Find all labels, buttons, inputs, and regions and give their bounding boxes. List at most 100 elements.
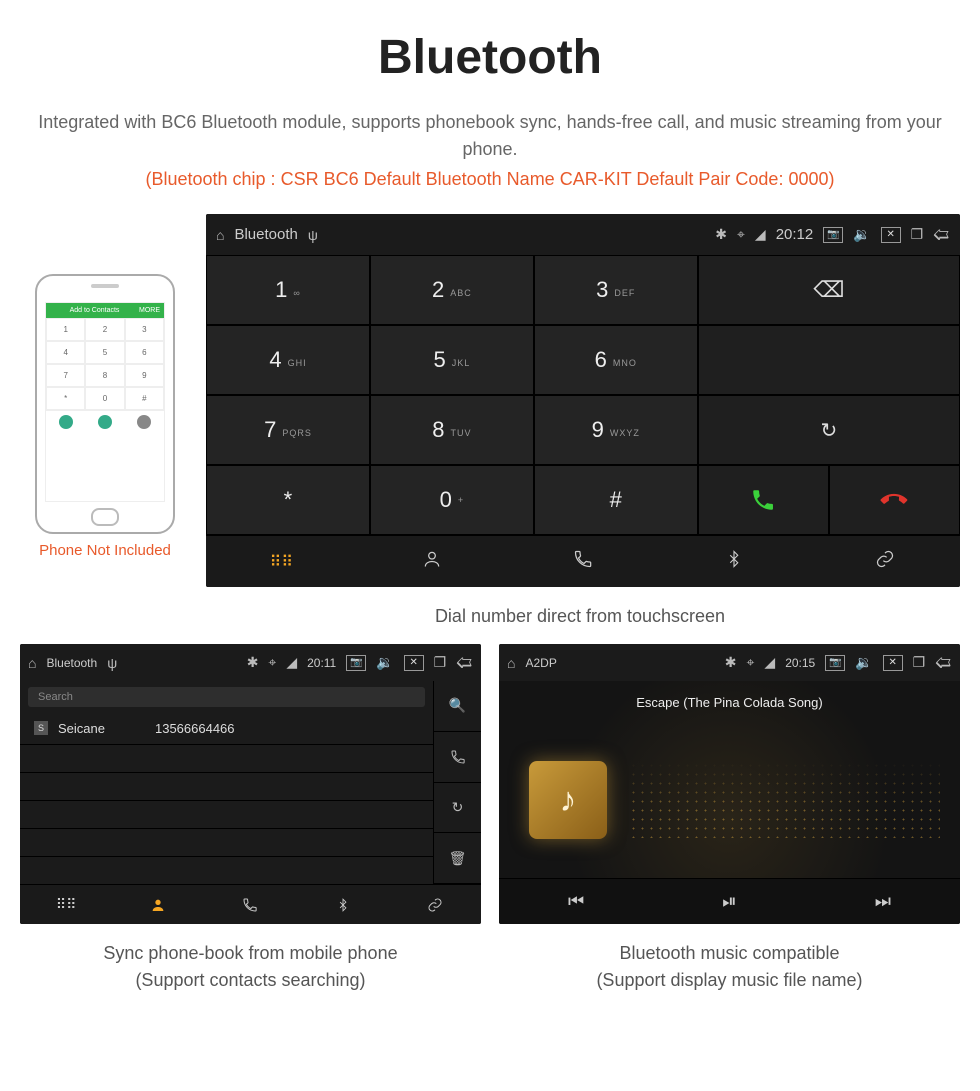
dialer-caption: Dial number direct from touchscreen	[20, 603, 960, 630]
next-button[interactable]: ⏭	[875, 891, 891, 912]
bluetooth-tab-icon	[725, 550, 743, 573]
home-icon[interactable]: ⌂	[216, 227, 224, 243]
dial-pad: 1∞ 2ABC 3DEF ⌫ 4GHI 5JKL 6MNO 7PQRS 8TUV…	[206, 255, 960, 535]
wifi-icon: ◢	[764, 654, 775, 671]
equalizer	[629, 761, 940, 838]
close-icon[interactable]: ✕	[404, 655, 424, 671]
volume-icon[interactable]: 🔉	[855, 654, 872, 671]
spacer-1	[698, 325, 960, 395]
volume-icon[interactable]: 🔉	[853, 226, 870, 243]
person-icon	[422, 549, 442, 574]
key-2[interactable]: 2ABC	[370, 255, 534, 325]
key-0[interactable]: 0+	[370, 465, 534, 535]
key-3[interactable]: 3DEF	[534, 255, 698, 325]
status-title: A2DP	[525, 656, 556, 670]
usb-icon: ψ	[308, 227, 318, 243]
tab-dialpad[interactable]: ⠿⠿	[206, 535, 357, 587]
home-icon[interactable]: ⌂	[28, 655, 36, 671]
page-title: Bluetooth	[20, 30, 960, 85]
contact-badge: S	[34, 721, 48, 735]
contacts-panel: ⌂ Bluetooth ψ ✱ ⌖ ◢ 20:11 📷 🔉 ✕ ❐ ➯ Sear…	[20, 644, 481, 924]
tab-recent[interactable]	[508, 535, 659, 587]
key-star[interactable]: *	[206, 465, 370, 535]
volume-icon[interactable]: 🔉	[376, 654, 393, 671]
hangup-button[interactable]	[829, 465, 960, 535]
empty-row	[20, 829, 433, 857]
gps-icon: ⌖	[737, 226, 745, 243]
back-icon[interactable]: ➯	[456, 650, 473, 675]
tab-settings[interactable]	[809, 535, 960, 587]
clock: 20:12	[776, 226, 814, 243]
wifi-icon: ◢	[755, 226, 766, 243]
camera-icon[interactable]: 📷	[825, 655, 845, 671]
key-1[interactable]: 1∞	[206, 255, 370, 325]
camera-icon[interactable]: 📷	[823, 227, 843, 243]
back-icon[interactable]: ➯	[933, 222, 950, 247]
backspace-button[interactable]: ⌫	[698, 255, 960, 325]
contact-row[interactable]: S Seicane 13566664466	[20, 713, 433, 745]
close-icon[interactable]: ✕	[883, 655, 903, 671]
wifi-icon: ◢	[286, 654, 297, 671]
tab-contacts[interactable]	[357, 535, 508, 587]
contact-name: Seicane	[58, 721, 105, 736]
bt-status-icon: ✱	[247, 654, 259, 671]
dialer-panel: ⌂ Bluetooth ψ ✱ ⌖ ◢ 20:12 📷 🔉 ✕ ❐ ➯ 1∞ 2…	[206, 214, 960, 587]
spec-line: (Bluetooth chip : CSR BC6 Default Blueto…	[20, 169, 960, 190]
phone-mockup: Add to ContactsMORE 123 456 789 *0#	[35, 274, 175, 534]
clock: 20:11	[307, 656, 336, 670]
close-icon[interactable]: ✕	[881, 227, 901, 243]
album-art: ♪	[529, 761, 607, 839]
contacts-caption: Sync phone-book from mobile phone(Suppor…	[20, 940, 481, 994]
key-hash[interactable]: #	[534, 465, 698, 535]
tab-bar: ⠿⠿	[206, 535, 960, 587]
bt-status-icon: ✱	[725, 654, 737, 671]
home-icon[interactable]: ⌂	[507, 655, 515, 671]
windows-icon[interactable]: ❐	[911, 226, 924, 243]
tab-bluetooth[interactable]	[658, 535, 809, 587]
windows-icon[interactable]: ❐	[913, 654, 926, 671]
key-8[interactable]: 8TUV	[370, 395, 534, 465]
prev-button[interactable]: ⏮	[568, 891, 584, 912]
key-7[interactable]: 7PQRS	[206, 395, 370, 465]
key-4[interactable]: 4GHI	[206, 325, 370, 395]
tab-settings[interactable]	[389, 884, 481, 924]
tab-dialpad[interactable]: ⠿⠿	[20, 884, 112, 924]
gps-icon: ⌖	[747, 654, 755, 671]
tab-contacts[interactable]	[112, 884, 204, 924]
usb-icon: ψ	[107, 655, 117, 671]
status-title: Bluetooth	[234, 226, 297, 243]
back-icon[interactable]: ➯	[935, 650, 952, 675]
page-description: Integrated with BC6 Bluetooth module, su…	[20, 109, 960, 163]
status-title: Bluetooth	[46, 656, 97, 670]
search-input[interactable]: Search	[28, 687, 425, 707]
song-title: Escape (The Pina Colada Song)	[636, 695, 822, 710]
music-panel: ⌂ A2DP ✱ ⌖ ◢ 20:15 📷 🔉 ✕ ❐ ➯ Escape (The…	[499, 644, 960, 924]
delete-button[interactable]: 🗑	[433, 833, 481, 884]
search-button[interactable]: 🔍	[433, 681, 481, 732]
clock: 20:15	[785, 656, 815, 670]
call-button[interactable]	[433, 732, 481, 783]
call-button[interactable]	[698, 465, 829, 535]
key-5[interactable]: 5JKL	[370, 325, 534, 395]
bt-status-icon: ✱	[715, 226, 727, 243]
tab-bluetooth[interactable]	[297, 884, 389, 924]
link-icon	[875, 549, 895, 574]
tab-recent[interactable]	[204, 884, 296, 924]
grid-icon: ⠿⠿	[270, 552, 293, 572]
empty-row	[20, 801, 433, 829]
sync-button[interactable]: ↻	[433, 783, 481, 834]
contact-number: 13566664466	[155, 721, 235, 736]
key-9[interactable]: 9WXYZ	[534, 395, 698, 465]
empty-row	[20, 773, 433, 801]
play-pause-button[interactable]: ⏯	[722, 891, 736, 912]
status-bar: ⌂ Bluetooth ψ ✱ ⌖ ◢ 20:12 📷 🔉 ✕ ❐ ➯	[206, 214, 960, 255]
windows-icon[interactable]: ❐	[434, 654, 447, 671]
music-caption: Bluetooth music compatible(Support displ…	[499, 940, 960, 994]
redial-button[interactable]: ↻	[698, 395, 960, 465]
camera-icon[interactable]: 📷	[346, 655, 366, 671]
phone-caption: Phone Not Included	[20, 542, 190, 559]
key-6[interactable]: 6MNO	[534, 325, 698, 395]
empty-row	[20, 745, 433, 773]
phone-icon	[573, 549, 593, 574]
gps-icon: ⌖	[268, 654, 276, 671]
